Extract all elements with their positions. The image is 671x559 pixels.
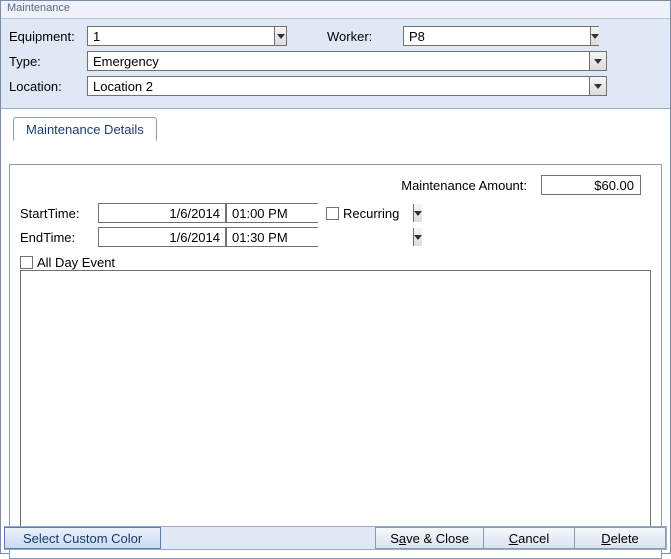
starttime-label: StartTime: [20, 206, 98, 221]
tab-maintenance-details[interactable]: Maintenance Details [13, 117, 157, 141]
worker-dropdown-button[interactable] [590, 27, 599, 45]
tab-strip: Maintenance Details [9, 117, 662, 141]
content-area: Maintenance Details Maintenance Amount: … [1, 109, 670, 559]
footer-toolbar: Select Custom Color Save & Close Cancel … [4, 526, 667, 550]
type-label: Type: [9, 54, 87, 69]
chevron-down-icon [414, 235, 422, 240]
chevron-down-icon [277, 34, 285, 39]
equipment-label: Equipment: [9, 29, 87, 44]
end-date-input[interactable] [98, 227, 226, 247]
end-time-input[interactable] [227, 228, 413, 246]
worker-label: Worker: [327, 29, 383, 44]
start-time-dropdown-button[interactable] [413, 204, 422, 222]
chevron-down-icon [591, 34, 599, 39]
allday-label: All Day Event [37, 255, 115, 270]
end-time-dropdown-button[interactable] [413, 228, 422, 246]
location-label: Location: [9, 79, 87, 94]
header-form: Equipment: Worker: Type: [1, 19, 670, 109]
footer-spacer [161, 527, 376, 549]
delete-button[interactable]: Delete [574, 527, 666, 549]
location-input[interactable] [88, 77, 589, 95]
notes-textarea[interactable] [20, 270, 651, 548]
cancel-button[interactable]: Cancel [483, 527, 575, 549]
recurring-label: Recurring [343, 206, 399, 221]
recurring-checkbox[interactable] [326, 207, 339, 220]
window-title: Maintenance [1, 1, 670, 19]
equipment-input[interactable] [88, 27, 274, 45]
maintenance-amount-label: Maintenance Amount: [401, 178, 527, 193]
maintenance-window: Maintenance Equipment: Worker: Type: [0, 0, 671, 554]
allday-checkbox[interactable] [20, 256, 33, 269]
start-date-input[interactable] [98, 203, 226, 223]
select-custom-color-button[interactable]: Select Custom Color [4, 527, 161, 549]
type-input[interactable] [88, 52, 589, 70]
chevron-down-icon [594, 59, 602, 64]
equipment-combo[interactable] [87, 26, 287, 46]
start-time-combo[interactable] [226, 203, 318, 223]
end-time-combo[interactable] [226, 227, 318, 247]
location-dropdown-button[interactable] [589, 77, 606, 95]
equipment-dropdown-button[interactable] [274, 27, 286, 45]
worker-combo[interactable] [403, 26, 599, 46]
type-combo[interactable] [87, 51, 607, 71]
worker-input[interactable] [404, 27, 590, 45]
chevron-down-icon [414, 211, 422, 216]
location-combo[interactable] [87, 76, 607, 96]
type-dropdown-button[interactable] [589, 52, 606, 70]
maintenance-amount-input[interactable] [541, 175, 641, 195]
chevron-down-icon [594, 84, 602, 89]
save-close-button[interactable]: Save & Close [375, 527, 484, 549]
maintenance-details-panel: Maintenance Amount: StartTime: Recurring [9, 164, 662, 559]
endtime-label: EndTime: [20, 230, 98, 245]
